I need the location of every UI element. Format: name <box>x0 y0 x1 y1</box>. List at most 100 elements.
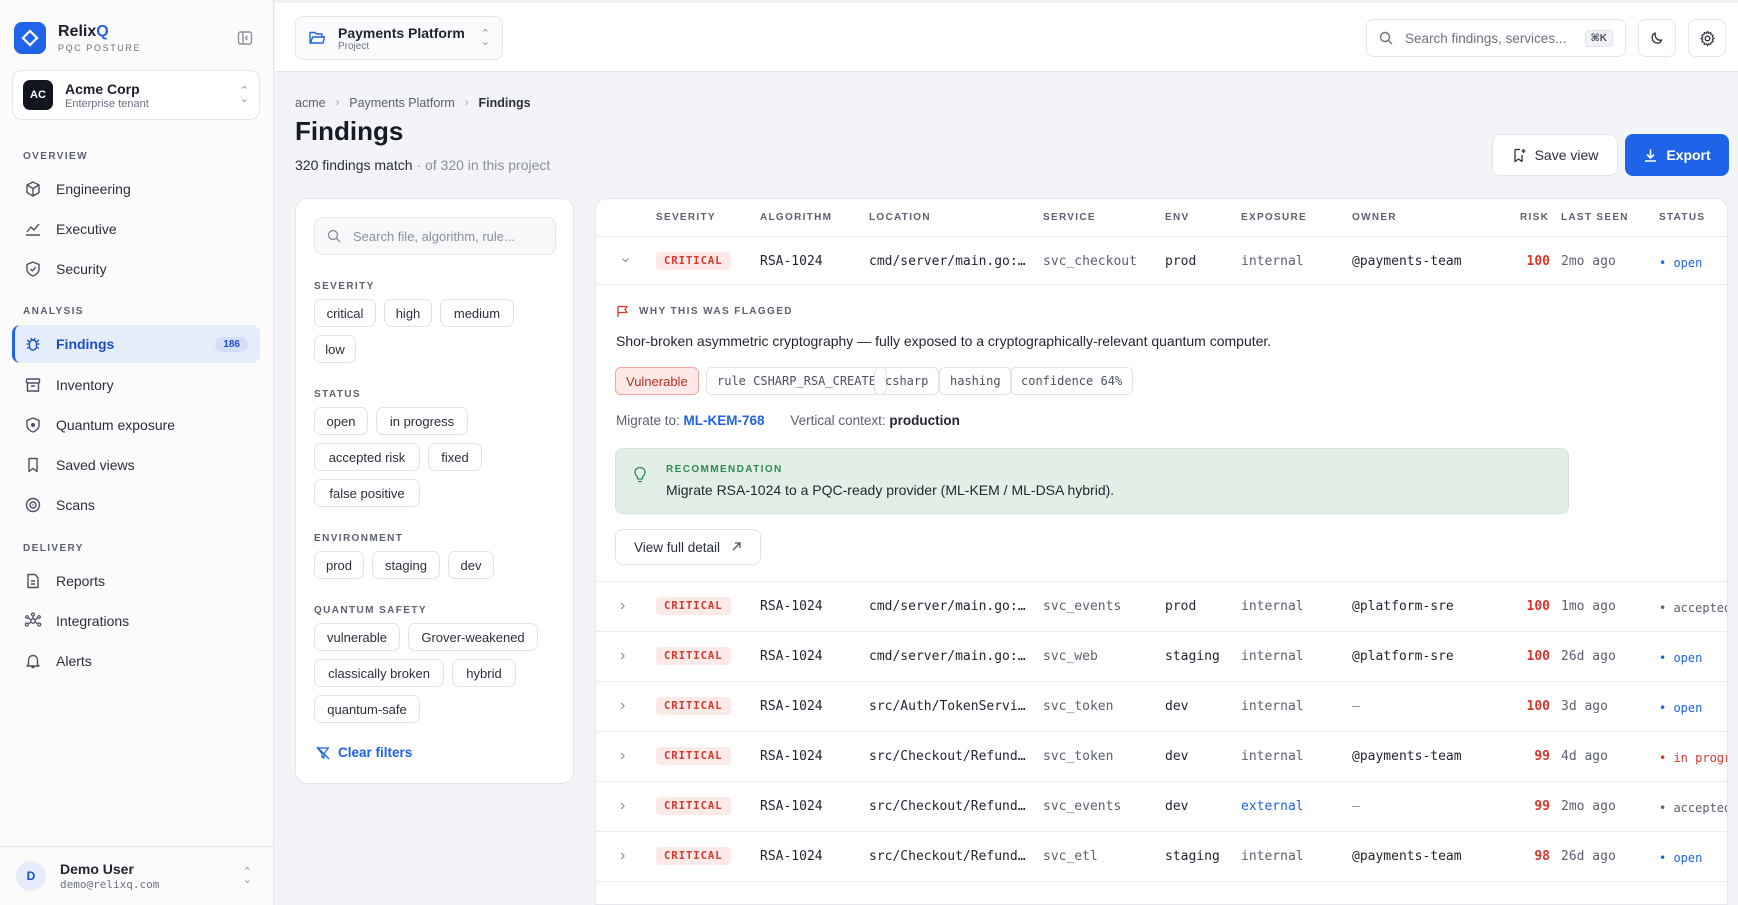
sidebar-item-quantum-exposure[interactable]: Quantum exposure <box>12 406 260 444</box>
breadcrumb-item[interactable]: Payments Platform <box>349 96 455 110</box>
cell-location[interactable]: cmd/server/main.go:… <box>869 649 1027 664</box>
chevron-right-icon[interactable]: › <box>620 647 625 665</box>
filter-chip-low[interactable]: low <box>314 335 356 363</box>
clear-filters-button[interactable]: Clear filters <box>316 745 412 760</box>
cell-last-seen: 2mo ago <box>1561 254 1616 269</box>
cell-risk: 100 <box>1526 699 1550 714</box>
sidebar-item-label: Findings <box>56 336 115 352</box>
cell-location[interactable]: cmd/server/main.go:… <box>869 599 1027 614</box>
sidebar-item-reports[interactable]: Reports <box>12 562 260 600</box>
filter-chip-fixed[interactable]: fixed <box>428 443 482 471</box>
column-header-location[interactable]: LOCATION <box>869 212 931 223</box>
global-search[interactable]: Search findings, services... ⌘K <box>1366 19 1626 57</box>
table-row[interactable]: › CRITICAL RSA-1024 src/Checkout/Refund…… <box>596 831 1727 881</box>
cell-env: dev <box>1165 749 1189 764</box>
filter-chip-vulnerable[interactable]: vulnerable <box>314 623 400 651</box>
table-row[interactable]: › CRITICAL RSA-1024 src/Checkout/Refund…… <box>596 781 1727 831</box>
filter-chip-critical[interactable]: critical <box>314 299 376 327</box>
vertical-context-value: production <box>889 413 960 428</box>
logo-icon <box>14 22 46 54</box>
view-full-detail-button[interactable]: View full detail <box>615 529 761 565</box>
cell-location[interactable]: src/Auth/TokenServi… <box>869 699 1027 714</box>
sidebar-item-findings[interactable]: Findings 186 <box>12 325 260 363</box>
cell-location[interactable]: src/Checkout/Refund… <box>869 749 1027 764</box>
sidebar-item-alerts[interactable]: Alerts <box>12 642 260 680</box>
filter-chip-open[interactable]: open <box>314 407 368 435</box>
table-row[interactable]: › CRITICAL RSA-1024 src/Checkout/Refund…… <box>596 731 1727 781</box>
filter-chip-accepted-risk[interactable]: accepted risk <box>314 443 420 471</box>
export-button[interactable]: Export <box>1625 134 1729 176</box>
column-header-last-seen[interactable]: LAST SEEN <box>1561 212 1629 223</box>
cell-last-seen: 4d ago <box>1561 749 1608 764</box>
cell-algorithm: RSA-1024 <box>760 599 823 614</box>
filter-chip-medium[interactable]: medium <box>440 299 514 327</box>
column-header-owner[interactable]: OWNER <box>1352 212 1397 223</box>
filter-chip-dev[interactable]: dev <box>448 551 494 579</box>
filter-label-quantum-safety: QUANTUM SAFETY <box>314 605 427 616</box>
column-header-env[interactable]: ENV <box>1165 212 1189 223</box>
migrate-target-link[interactable]: ML-KEM-768 <box>684 413 765 428</box>
save-view-label: Save view <box>1534 147 1599 163</box>
filter-panel: Search file, algorithm, rule... SEVERITY… <box>295 198 574 784</box>
table-row[interactable]: › CRITICAL RSA-1024 cmd/server/main.go:…… <box>596 236 1727 286</box>
column-header-service[interactable]: SERVICE <box>1043 212 1096 223</box>
tenant-switcher[interactable]: AC Acme Corp Enterprise tenant ⌃ ⌄ <box>12 70 260 120</box>
column-header-algorithm[interactable]: ALGORITHM <box>760 212 832 223</box>
cell-location[interactable]: cmd/server/main.go:… <box>869 254 1027 269</box>
sidebar-item-saved-views[interactable]: Saved views <box>12 446 260 484</box>
cell-algorithm: RSA-1024 <box>760 799 823 814</box>
chevron-right-icon[interactable]: › <box>620 797 625 815</box>
breadcrumb-item[interactable]: acme <box>295 96 326 110</box>
sidebar-item-integrations[interactable]: Integrations <box>12 602 260 640</box>
sidebar-item-scans[interactable]: Scans <box>12 486 260 524</box>
filter-chip-quantum-safe[interactable]: quantum-safe <box>314 695 420 723</box>
view-full-detail-label: View full detail <box>633 539 721 555</box>
filter-search-input[interactable]: Search file, algorithm, rule... <box>314 217 556 255</box>
cell-service: svc_web <box>1043 649 1098 664</box>
chevron-right-icon[interactable]: › <box>620 697 625 715</box>
project-name: Payments Platform <box>338 24 465 41</box>
severity-badge: CRITICAL <box>656 847 731 865</box>
cell-location[interactable]: src/Checkout/Refund… <box>869 799 1027 814</box>
filter-chip-prod[interactable]: prod <box>314 551 364 579</box>
save-view-button[interactable]: Save view <box>1492 134 1618 176</box>
severity-badge: CRITICAL <box>656 597 731 615</box>
table-row-partial[interactable] <box>596 881 1727 904</box>
chevron-right-icon[interactable]: › <box>620 747 625 765</box>
chevron-right-icon[interactable]: › <box>620 597 625 615</box>
cell-last-seen: 26d ago <box>1561 649 1616 664</box>
gear-icon <box>1699 30 1715 46</box>
theme-toggle-button[interactable] <box>1638 19 1676 57</box>
filter-chip-in-progress[interactable]: in progress <box>376 407 468 435</box>
column-header-risk[interactable]: RISK <box>1520 212 1549 223</box>
column-header-exposure[interactable]: EXPOSURE <box>1241 212 1307 223</box>
table-row[interactable]: › CRITICAL RSA-1024 src/Auth/TokenServi…… <box>596 681 1727 731</box>
filter-chip-false-positive[interactable]: false positive <box>314 479 420 507</box>
sidebar-item-inventory[interactable]: Inventory <box>12 366 260 404</box>
collapse-sidebar-icon[interactable] <box>237 30 253 46</box>
keyboard-shortcut: ⌘K <box>1584 29 1613 47</box>
table-row[interactable]: › CRITICAL RSA-1024 cmd/server/main.go:…… <box>596 631 1727 681</box>
filter-chip-high[interactable]: high <box>384 299 432 327</box>
sidebar-item-executive[interactable]: Executive <box>12 210 260 248</box>
chevron-down-icon[interactable]: › <box>617 257 635 262</box>
status-badge: • open <box>1659 651 1703 665</box>
settings-button[interactable] <box>1688 19 1726 57</box>
column-header-status[interactable]: STATUS <box>1659 212 1705 223</box>
filter-chip-staging[interactable]: staging <box>372 551 440 579</box>
column-header-severity[interactable]: SEVERITY <box>656 212 716 223</box>
cell-location[interactable]: src/Checkout/Refund… <box>869 849 1027 864</box>
sidebar-item-engineering[interactable]: Engineering <box>12 170 260 208</box>
table-row[interactable]: › CRITICAL RSA-1024 cmd/server/main.go:…… <box>596 581 1727 631</box>
project-switcher[interactable]: Payments Platform Project ⌃ ⌄ <box>295 16 503 60</box>
quantum-safety-tag: Vulnerable <box>615 367 699 395</box>
filter-chip-grover-weakened[interactable]: Grover-weakened <box>408 623 538 651</box>
user-menu[interactable]: D Demo User demo@relixq.com ⌃ ⌄ <box>0 846 274 905</box>
filter-chip-hybrid[interactable]: hybrid <box>452 659 516 687</box>
chevron-right-icon[interactable]: › <box>620 847 625 865</box>
why-flagged-text: Shor-broken asymmetric cryptography — fu… <box>616 333 1272 349</box>
cell-algorithm: RSA-1024 <box>760 254 823 269</box>
brand[interactable]: RelixQ PQC POSTURE <box>14 22 141 54</box>
sidebar-item-security[interactable]: Security <box>12 250 260 288</box>
filter-chip-classically-broken[interactable]: classically broken <box>314 659 444 687</box>
